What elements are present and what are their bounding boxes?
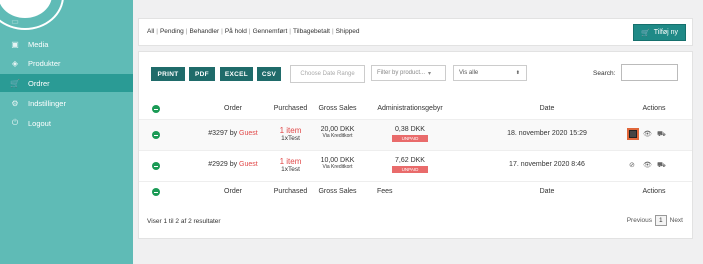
cart-icon: 🛒 — [641, 29, 650, 37]
gross-sales-cell: 10,00 DKK Via Kreditkort — [320, 157, 355, 170]
col-actions: Actions — [642, 188, 666, 195]
search-input[interactable] — [621, 64, 678, 81]
sidebar-item-label: Logout — [28, 118, 51, 128]
table-header: Order Purchased Gross Sales Administrati… — [139, 99, 692, 119]
status-badge: UNPAID — [391, 135, 429, 142]
sidebar-item-ordrer[interactable]: 🛒 Ordrer — [0, 74, 133, 92]
orders-panel: PRINT PDF EXCEL CSV Choose Date Range Fi… — [138, 51, 693, 239]
print-button[interactable]: PRINT — [151, 67, 185, 81]
media-icon: ▣ — [11, 39, 19, 49]
csv-button[interactable]: CSV — [257, 67, 281, 81]
table-row: #3297 by Guest 1 item 1xTest 20,00 DKK V… — [139, 119, 692, 151]
col-gross-sales[interactable]: Gross Sales — [310, 105, 365, 112]
check-circle-icon[interactable]: ⊘ — [629, 161, 635, 169]
tag-icon: ◈ — [11, 58, 19, 68]
expand-all-icon[interactable] — [152, 105, 160, 113]
visibility-select[interactable]: Vis alle ⬍ — [453, 65, 527, 81]
filter-shipped[interactable]: Shipped — [336, 28, 360, 35]
sidebar-item-label: Ordrer — [28, 78, 50, 88]
search-label: Search: — [593, 70, 616, 77]
expand-row-icon[interactable] — [152, 162, 160, 170]
sidebar-item-produkter[interactable]: ◈ Produkter — [0, 54, 133, 72]
date-range-input[interactable]: Choose Date Range — [290, 65, 365, 83]
col-fee[interactable]: Administrationsgebyr — [365, 105, 455, 112]
sidebar-item-indstillinger[interactable]: ⚙ Indstillinger — [0, 94, 133, 112]
sort-arrows-icon: ⬍ — [515, 70, 520, 76]
col-fees: Fees — [377, 188, 393, 195]
fee-cell: 0,38 DKK UNPAID — [365, 126, 455, 142]
sidebar-item-media[interactable]: ▣ Media — [0, 35, 133, 53]
expand-all-icon[interactable] — [152, 188, 160, 196]
dashboard-icon: ▭ — [11, 16, 19, 26]
main-content: All | Pending | Behandler | På hold | Gennemført… — [133, 0, 703, 264]
shipping-icon[interactable]: ⛟ — [657, 161, 666, 170]
filter-behandler[interactable]: Behandler — [190, 28, 220, 35]
table-row: #2929 by Guest 1 item 1xTest 10,00 DKK V… — [139, 150, 692, 182]
expand-row-icon[interactable] — [152, 131, 160, 139]
cart-icon: 🛒 — [10, 78, 20, 88]
date-cell: 18. november 2020 15:29 — [507, 130, 587, 137]
previous-link[interactable]: Previous — [627, 217, 652, 224]
page-1[interactable]: 1 — [655, 215, 667, 226]
col-order[interactable]: Order — [193, 105, 273, 112]
add-new-button[interactable]: 🛒 Tilføj ny — [633, 24, 686, 41]
col-order: Order — [224, 188, 242, 195]
filter-gennemfort[interactable]: Gennemført — [253, 28, 288, 35]
status-filter-bar: All | Pending | Behandler | På hold | Gennemført… — [138, 18, 693, 46]
col-actions: Actions — [642, 105, 666, 112]
results-info: Viser 1 til 2 af 2 resultater — [147, 218, 221, 225]
gross-sales-cell: 20,00 DKK Via Kreditkort — [320, 126, 355, 139]
pdf-button[interactable]: PDF — [189, 67, 215, 81]
pagination: Previous 1 Next — [627, 215, 683, 226]
filter-pa-hold[interactable]: På hold — [225, 28, 247, 35]
table-footer: Order Purchased Gross Sales Fees Date Ac… — [139, 181, 692, 202]
col-gross-sales: Gross Sales — [318, 188, 357, 195]
col-date[interactable]: Date — [487, 105, 607, 112]
filter-pending[interactable]: Pending — [160, 28, 184, 35]
view-icon[interactable]: 👁 — [643, 161, 652, 169]
excel-button[interactable]: EXCEL — [220, 67, 253, 81]
sidebar-item-label: Indstillinger — [28, 98, 66, 108]
complete-order-icon[interactable] — [627, 128, 639, 140]
caret-down-icon: ▾ — [428, 70, 432, 77]
product-filter-select[interactable]: Filter by product... ▾ — [371, 65, 446, 81]
power-icon: ⏻ — [11, 118, 19, 127]
gear-icon: ⚙ — [11, 98, 19, 108]
sidebar-item-label: Media — [28, 39, 49, 49]
next-link[interactable]: Next — [670, 217, 683, 224]
status-badge: UNPAID — [391, 166, 429, 173]
date-cell: 17. november 2020 8:46 — [509, 161, 585, 168]
view-icon[interactable]: 👁 — [643, 130, 652, 138]
fee-cell: 7,62 DKK UNPAID — [365, 157, 455, 173]
sidebar-item-hidden[interactable]: ▭ — [0, 12, 133, 30]
status-filters: All | Pending | Behandler | På hold | Gennemført… — [147, 28, 360, 35]
filter-tilbagebetalt[interactable]: Tilbagebetalt — [293, 28, 330, 35]
shipping-icon[interactable]: ⛟ — [657, 130, 666, 139]
sidebar-item-logout[interactable]: ⏻ Logout — [0, 114, 133, 132]
col-date: Date — [539, 188, 555, 195]
sidebar-item-label: Produkter — [28, 58, 61, 68]
filter-all[interactable]: All — [147, 28, 154, 35]
sidebar: ▭ ▣ Media ◈ Produkter 🛒 Ordrer ⚙ Indstil… — [0, 0, 133, 264]
